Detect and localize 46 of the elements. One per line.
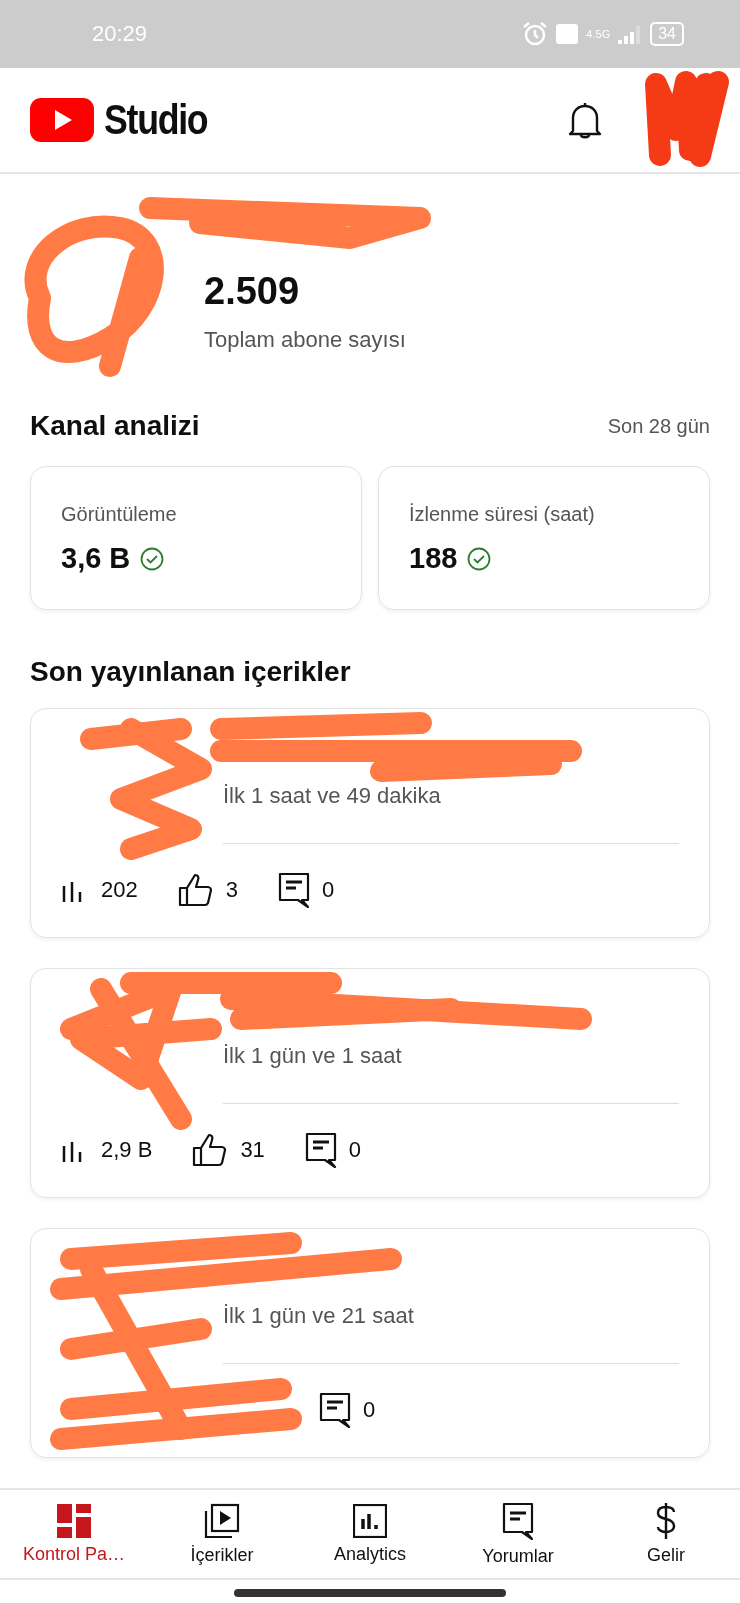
comment-icon: [319, 1392, 351, 1428]
subscriber-label: Toplam abone sayısı: [204, 327, 406, 353]
stat-value: 0: [363, 1397, 376, 1423]
thumbs-up-icon: [192, 1133, 229, 1167]
metric-label: Görüntüleme: [61, 503, 178, 526]
app-name: Studio: [104, 96, 208, 144]
section-title: Kanal analizi: [30, 410, 200, 442]
nav-tab[interactable]: Gelir: [592, 1502, 740, 1566]
metric-label: İzlenme süresi (saat): [409, 503, 596, 526]
nav-tab[interactable]: Analytics: [296, 1503, 444, 1565]
dashboard-icon: [57, 1503, 91, 1538]
thumbs-up-icon: [177, 873, 214, 907]
comment-icon: [502, 1501, 534, 1540]
video-library-icon: [204, 1502, 240, 1539]
stat-value: 0: [321, 877, 335, 903]
metric-card[interactable]: Görüntüleme 3,6 B: [30, 466, 362, 610]
stat-value: 3: [225, 877, 238, 903]
metric-card[interactable]: İzlenme süresi (saat) 188: [378, 466, 710, 610]
notification-bell-icon[interactable]: [568, 101, 602, 139]
metric-value: 3,6 B: [61, 542, 131, 575]
stat-value: 0: [348, 1137, 362, 1163]
nav-tab[interactable]: İçerikler: [148, 1502, 296, 1566]
stat-value: 31: [240, 1137, 265, 1163]
comment-icon: [277, 872, 310, 908]
video-card[interactable]: İlk 1 saat ve 49 dakika 202 3 0: [30, 708, 710, 938]
alarm-icon: [522, 22, 549, 46]
video-card[interactable]: İlk 1 gün ve 21 saat 0: [30, 1228, 710, 1458]
video-period: İlk 1 gün ve 21 saat: [223, 1229, 679, 1364]
nav-tab[interactable]: Yorumlar: [444, 1501, 592, 1567]
video-period: İlk 1 gün ve 1 saat: [223, 969, 679, 1104]
dollar-icon: [655, 1502, 677, 1539]
subscriber-count: 2.509: [204, 270, 301, 313]
analytics-icon: [353, 1503, 387, 1538]
signal-icon: [618, 24, 643, 44]
check-circle-icon: [467, 546, 492, 571]
comment-icon: [304, 1132, 337, 1168]
nav-tab[interactable]: Kontrol Pa…: [0, 1503, 148, 1565]
check-circle-icon: [140, 546, 165, 571]
period-label: Son 28 gün: [607, 414, 710, 438]
stat-value: 2,9 B: [101, 1137, 153, 1163]
video-card[interactable]: İlk 1 gün ve 1 saat 2,9 B 31 0: [30, 968, 710, 1198]
metric-value: 188: [409, 542, 458, 575]
stat-value: 202: [101, 877, 138, 903]
section-title: Son yayınlanan içerikler: [30, 656, 352, 688]
video-period: İlk 1 saat ve 49 dakika: [223, 709, 679, 844]
play-logo-icon: [30, 98, 94, 142]
